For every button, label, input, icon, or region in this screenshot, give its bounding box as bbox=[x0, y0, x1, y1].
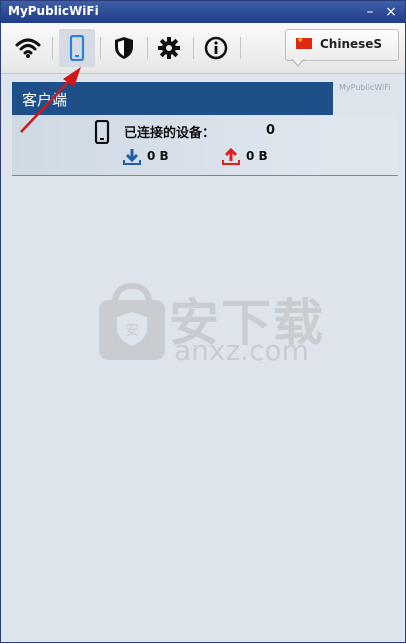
gear-icon bbox=[158, 37, 180, 59]
toolbar-divider bbox=[147, 37, 148, 59]
connected-devices-count: 0 bbox=[266, 123, 276, 138]
app-window: MyPublicWiFi – × ★ ChineseS MyPublicWiFi… bbox=[0, 0, 406, 643]
shield-icon bbox=[115, 37, 133, 59]
download-icon bbox=[123, 149, 141, 165]
clients-summary-panel: 已连接的设备： 0 0 B 0 B bbox=[12, 115, 398, 176]
wifi-tab[interactable] bbox=[10, 29, 46, 67]
connected-devices-label: 已连接的设备： bbox=[124, 126, 216, 141]
download-total: 0 B bbox=[147, 149, 169, 163]
language-selector[interactable]: ★ ChineseS bbox=[285, 29, 399, 61]
info-icon bbox=[204, 36, 228, 60]
toolbar-divider bbox=[193, 37, 194, 59]
toolbar-divider bbox=[240, 37, 241, 59]
brand-watermark: MyPublicWiFi bbox=[339, 83, 391, 92]
minimize-button[interactable]: – bbox=[362, 4, 378, 20]
clients-header-label: 客户端 bbox=[22, 91, 68, 109]
watermark-bag-icon: 安 bbox=[99, 282, 165, 360]
window-title: MyPublicWiFi bbox=[8, 4, 99, 18]
title-bar[interactable]: MyPublicWiFi – × bbox=[1, 1, 405, 23]
security-tab[interactable] bbox=[106, 29, 142, 67]
wifi-icon bbox=[15, 38, 41, 58]
clients-tab[interactable] bbox=[59, 29, 95, 67]
clients-header: 客户端 bbox=[12, 82, 333, 115]
mobile-icon bbox=[69, 35, 85, 61]
language-label: ChineseS bbox=[320, 37, 383, 51]
close-button[interactable]: × bbox=[383, 4, 399, 20]
language-tail bbox=[292, 58, 304, 65]
watermark-badge: 安 bbox=[125, 323, 139, 339]
china-flag-icon: ★ bbox=[296, 36, 312, 49]
upload-total: 0 B bbox=[246, 149, 268, 163]
settings-tab[interactable] bbox=[151, 29, 187, 67]
watermark-en: anxz.com bbox=[174, 334, 309, 367]
toolbar-divider bbox=[52, 37, 53, 59]
toolbar: ★ ChineseS bbox=[1, 23, 405, 74]
device-icon bbox=[94, 120, 110, 144]
about-tab[interactable] bbox=[198, 29, 234, 67]
upload-icon bbox=[222, 148, 240, 165]
toolbar-divider bbox=[100, 37, 101, 59]
